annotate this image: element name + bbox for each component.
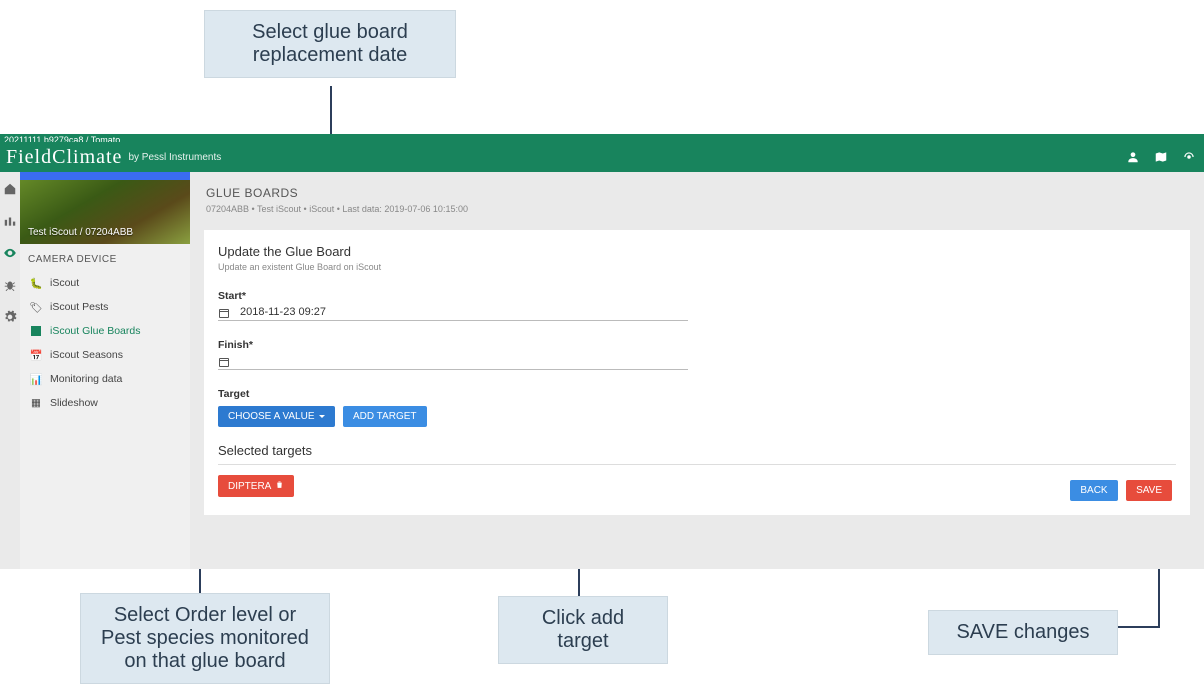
chip-label: DIPTERA: [228, 481, 271, 492]
sidebar-item-glueboards[interactable]: iScout Glue Boards: [20, 319, 190, 343]
sidebar-item-pests[interactable]: 🏷 iScout Pests: [20, 295, 190, 319]
annotation-top: Select glue board replacement date: [204, 10, 456, 78]
device-crumb: Test iScout / 07204ABB: [28, 227, 133, 238]
sidebar-item-slideshow[interactable]: ▦ Slideshow: [20, 391, 190, 415]
logo: FieldClimate: [6, 146, 122, 169]
eye-icon[interactable]: [3, 246, 17, 260]
annotation-bottom-mid: Click add target: [498, 596, 668, 664]
sidebar-item-label: iScout Seasons: [50, 349, 123, 361]
sidebar-item-monitoring[interactable]: 📊 Monitoring data: [20, 367, 190, 391]
trash-icon: [275, 480, 284, 492]
sidebar-item-label: iScout Glue Boards: [50, 325, 140, 337]
breadcrumb: 07204ABB • Test iScout • iScout • Last d…: [206, 204, 1188, 214]
chart-icon[interactable]: [3, 214, 17, 228]
sidebar-section-header: CAMERA DEVICE: [20, 244, 190, 271]
sidebar-item-iscout[interactable]: 🐛 iScout: [20, 271, 190, 295]
annotation-line: [1118, 626, 1160, 628]
choose-value-button[interactable]: CHOOSE A VALUE: [218, 406, 335, 427]
start-input[interactable]: [240, 306, 688, 318]
page-title: GLUE BOARDS: [206, 186, 1188, 200]
form-card: Update the Glue Board Update an existent…: [204, 230, 1190, 515]
annotation-bottom-right: SAVE changes: [928, 610, 1118, 655]
sidebar: Test iScout / 07204ABB CAMERA DEVICE 🐛 i…: [20, 172, 190, 569]
page-header: GLUE BOARDS 07204ABB • Test iScout • iSc…: [190, 172, 1204, 220]
bars-icon: 📊: [30, 373, 42, 385]
sidebar-item-label: Monitoring data: [50, 373, 122, 385]
device-hero: Test iScout / 07204ABB: [20, 172, 190, 244]
broadcast-icon[interactable]: [1180, 148, 1198, 166]
map-icon[interactable]: [1152, 148, 1170, 166]
topbar: FieldClimate by Pessl Instruments: [0, 142, 1204, 172]
home-icon[interactable]: [3, 182, 17, 196]
selected-targets-title: Selected targets: [218, 443, 1176, 465]
calendar-icon[interactable]: [218, 306, 230, 318]
sidebar-item-label: iScout: [50, 277, 79, 289]
slideshow-icon: ▦: [30, 397, 42, 409]
finish-label: Finish*: [218, 339, 1176, 351]
left-rail: [0, 172, 20, 569]
form-heading: Update the Glue Board: [218, 244, 1176, 259]
logo-byline: by Pessl Instruments: [128, 152, 221, 163]
sidebar-item-seasons[interactable]: 📅 iScout Seasons: [20, 343, 190, 367]
back-button[interactable]: BACK: [1070, 480, 1117, 501]
calendar-icon[interactable]: [218, 355, 230, 367]
bug-icon[interactable]: [3, 278, 17, 292]
annotation-bottom-left: Select Order level or Pest species monit…: [80, 593, 330, 684]
bug-icon: 🐛: [30, 277, 42, 289]
add-target-button[interactable]: ADD TARGET: [343, 406, 427, 427]
tag-icon: 🏷: [30, 301, 42, 313]
start-label: Start*: [218, 290, 1176, 302]
save-button[interactable]: SAVE: [1126, 480, 1172, 501]
target-chip-diptera[interactable]: DIPTERA: [218, 475, 294, 497]
user-icon[interactable]: [1124, 148, 1142, 166]
sidebar-item-label: iScout Pests: [50, 301, 108, 313]
square-icon: [30, 325, 42, 337]
finish-input[interactable]: [240, 355, 688, 367]
target-label: Target: [218, 388, 1176, 400]
main: GLUE BOARDS 07204ABB • Test iScout • iSc…: [190, 172, 1204, 569]
calendar-icon: 📅: [30, 349, 42, 361]
gear-icon[interactable]: [3, 310, 17, 324]
form-sub: Update an existent Glue Board on iScout: [218, 262, 1176, 272]
sidebar-item-label: Slideshow: [50, 397, 98, 409]
